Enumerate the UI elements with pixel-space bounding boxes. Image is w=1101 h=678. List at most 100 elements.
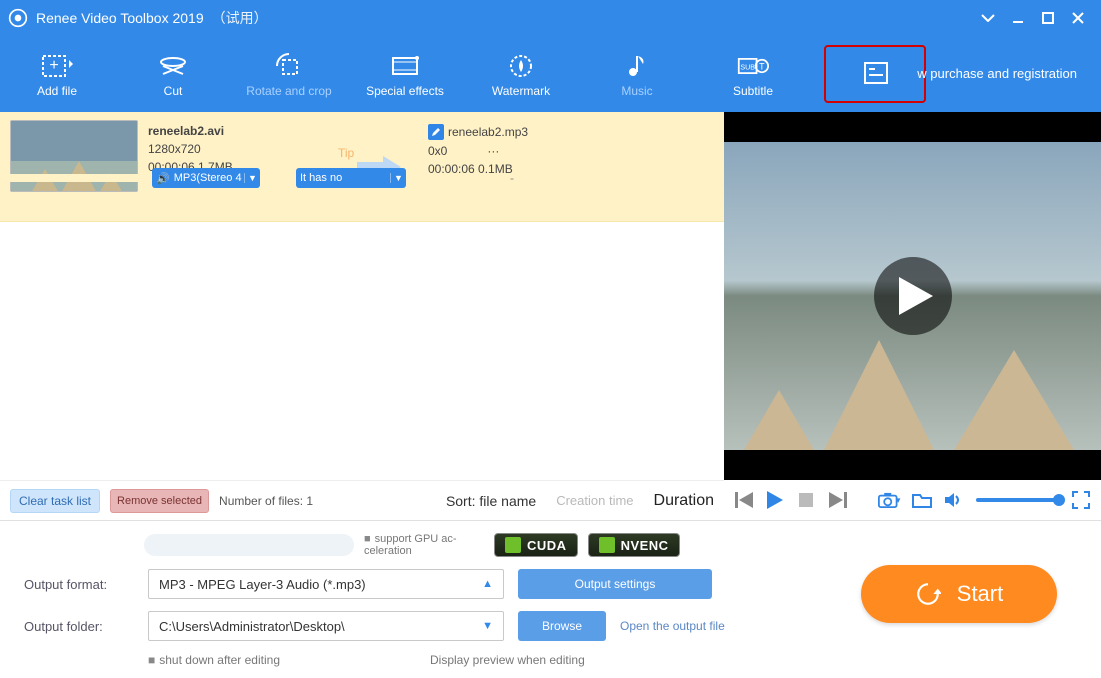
main-area: reneelab2.avi 1280x720 00:00:06 1.7MB Ti… (0, 112, 1101, 480)
app-logo-icon (8, 8, 28, 28)
options-row: ■shut down after editing Display preview… (24, 653, 1077, 667)
source-file-name: reneelab2.avi (148, 124, 328, 138)
file-row-dropdowns: 🔊 MP3(Stereo 4 ▼ It has no ▼ - (0, 174, 724, 182)
cuda-badge: CUDA (494, 533, 578, 557)
cut-button[interactable]: Cut (128, 42, 218, 106)
prev-track-button[interactable] (734, 489, 753, 511)
dropdown-menu-icon[interactable] (973, 3, 1003, 33)
sort-area: Sort: file name Creation time Duration (446, 492, 714, 510)
settings-panel: ■support GPU ac-celeration CUDA NVENC Ou… (0, 520, 1101, 678)
chevron-up-icon: ▲ (482, 578, 493, 590)
output-folder-value: C:\Users\Administrator\Desktop\ (159, 619, 345, 634)
add-file-icon: + (41, 50, 73, 82)
speaker-icon: 🔊 (156, 172, 170, 185)
tool-label: Subtitle (733, 84, 773, 98)
dest-file-name: reneelab2.mp3 (448, 125, 528, 139)
source-dimensions: 1280x720 (148, 142, 328, 156)
sort-by-duration[interactable]: Duration (654, 492, 714, 510)
sort-by-filename[interactable]: Sort: file name (446, 493, 536, 509)
close-button[interactable] (1063, 3, 1093, 33)
file-row[interactable]: reneelab2.avi 1280x720 00:00:06 1.7MB Ti… (0, 112, 724, 222)
subtitle-button[interactable]: SUB T Subtitle (708, 42, 798, 106)
remove-selected-button[interactable]: Remove selected (110, 489, 209, 513)
sub-dd-value: It has no (300, 172, 342, 184)
subtitle-track-dropdown[interactable]: It has no ▼ (296, 168, 406, 188)
cut-icon (157, 50, 189, 82)
trial-suffix: （试用） (212, 8, 268, 28)
file-list-panel: reneelab2.avi 1280x720 00:00:06 1.7MB Ti… (0, 112, 724, 480)
preview-controls: ▾ (724, 480, 1101, 520)
tool-label: Add file (37, 84, 77, 98)
output-format-label: Output format: (24, 577, 134, 592)
snapshot-button[interactable]: ▾ (878, 489, 900, 511)
tool-label: Watermark (492, 84, 550, 98)
list-action-bar: Clear task list Remove selected Number o… (0, 480, 724, 520)
display-preview-checkbox[interactable]: Display preview when editing (430, 653, 585, 667)
gpu-toggle[interactable] (144, 534, 354, 556)
refresh-icon (915, 581, 941, 607)
title-bar: Renee Video Toolbox 2019 （试用） (0, 0, 1101, 36)
audio-dd-value: MP3(Stereo 4 (174, 172, 242, 184)
main-toolbar: + Add file Cut Rotate and crop Special e… (0, 36, 1101, 112)
audio-track-dropdown[interactable]: 🔊 MP3(Stereo 4 ▼ (152, 168, 260, 188)
volume-button[interactable] (944, 489, 963, 511)
registration-link[interactable]: w purchase and registration (917, 66, 1077, 81)
output-location-button[interactable] (824, 45, 926, 103)
music-icon (621, 50, 653, 82)
play-button[interactable] (765, 489, 784, 511)
tool-label: Cut (164, 84, 183, 98)
svg-text:SUB: SUB (740, 64, 755, 72)
open-folder-button[interactable] (912, 489, 932, 511)
svg-text:T: T (759, 62, 765, 72)
tool-label: Special effects (366, 84, 444, 98)
clear-task-list-button[interactable]: Clear task list (10, 489, 100, 513)
special-effects-button[interactable]: Special effects (360, 42, 450, 106)
sort-by-creation-time[interactable]: Creation time (556, 493, 633, 508)
fullscreen-button[interactable] (1072, 489, 1091, 511)
next-track-button[interactable] (828, 489, 847, 511)
tool-label: Rotate and crop (246, 84, 331, 98)
maximize-button[interactable] (1033, 3, 1063, 33)
extra-column-dash: - (442, 171, 582, 185)
nvenc-badge: NVENC (588, 533, 680, 557)
output-format-value: MP3 - MPEG Layer-3 Audio (*.mp3) (159, 577, 366, 592)
arrow-hint: Tip (338, 146, 354, 160)
chevron-down-icon: ▼ (244, 173, 260, 183)
minimize-button[interactable] (1003, 3, 1033, 33)
watermark-icon (505, 50, 537, 82)
output-format-dropdown[interactable]: MP3 - MPEG Layer-3 Audio (*.mp3) ▲ (148, 569, 504, 599)
start-label: Start (957, 581, 1003, 607)
start-button[interactable]: Start (861, 565, 1057, 623)
dest-dimensions: 0x0 (428, 144, 447, 158)
document-icon (859, 57, 891, 89)
file-count-label: Number of files: 1 (219, 494, 313, 508)
dest-file-info: reneelab2.mp3 0x0 ··· 00:00:06 0.1MB (428, 120, 714, 213)
conversion-arrow: Tip (338, 120, 418, 213)
shutdown-after-checkbox[interactable]: ■shut down after editing (148, 653, 280, 667)
chevron-down-icon: ▼ (482, 620, 493, 632)
open-output-file-button[interactable]: Open the output file (620, 611, 725, 641)
app-title: Renee Video Toolbox 2019 (36, 10, 204, 26)
browse-folder-button[interactable]: Browse (518, 611, 606, 641)
video-preview (724, 112, 1101, 480)
volume-slider[interactable] (976, 498, 1060, 502)
gpu-support-text: ■support GPU ac-celeration (364, 533, 484, 557)
dest-dots: ··· (487, 144, 499, 158)
edit-icon[interactable] (428, 124, 444, 140)
stop-button[interactable] (797, 489, 816, 511)
music-button[interactable]: Music (592, 42, 682, 106)
chevron-down-icon: ▼ (390, 173, 406, 183)
rotate-crop-button[interactable]: Rotate and crop (244, 42, 334, 106)
output-folder-dropdown[interactable]: C:\Users\Administrator\Desktop\ ▼ (148, 611, 504, 641)
watermark-button[interactable]: Watermark (476, 42, 566, 106)
output-folder-label: Output folder: (24, 619, 134, 634)
nvidia-chip-icon (505, 537, 521, 553)
gpu-row: ■support GPU ac-celeration CUDA NVENC (24, 533, 1077, 557)
source-file-info: reneelab2.avi 1280x720 00:00:06 1.7MB (148, 120, 328, 213)
effects-icon (389, 50, 421, 82)
rotate-crop-icon (273, 50, 305, 82)
subtitle-icon: SUB T (737, 50, 769, 82)
output-settings-button[interactable]: Output settings (518, 569, 712, 599)
add-file-button[interactable]: + Add file (12, 42, 102, 106)
preview-play-button[interactable] (874, 257, 952, 335)
